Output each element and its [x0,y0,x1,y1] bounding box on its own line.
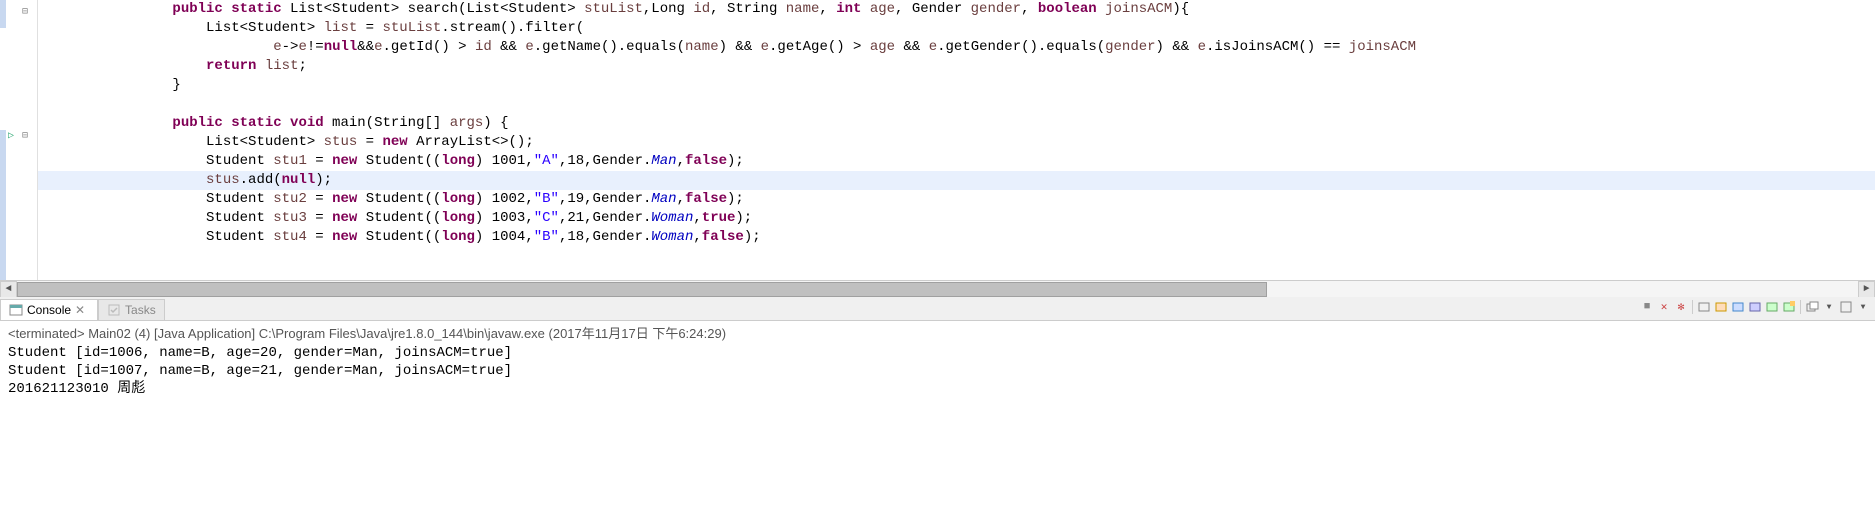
scrollbar-thumb[interactable] [17,282,1267,297]
code-line[interactable]: Student stu1 = new Student((long) 1001,"… [38,152,1875,171]
tab-label: Console [27,303,71,317]
code-line[interactable]: } [38,76,1875,95]
code-line[interactable]: List<Student> stus = new ArrayList<>(); [38,133,1875,152]
run-marker-icon[interactable]: ▷ [8,130,20,142]
tasks-icon [107,303,121,317]
code-line[interactable] [38,95,1875,114]
code-line[interactable]: e->e!=null&&e.getId() > id && e.getName(… [38,38,1875,57]
code-line[interactable]: stus.add(null); [38,171,1875,190]
code-line[interactable]: public static List<Student> search(List<… [38,0,1875,19]
code-line[interactable]: return list; [38,57,1875,76]
scroll-left-button[interactable]: ◄ [0,281,17,298]
code-editor[interactable]: ⊟ ⊟ ▷ public static List<Student> search… [0,0,1875,280]
status-text: Main02 (4) [Java Application] C:\Program… [88,326,726,341]
separator [1800,300,1801,314]
fold-toggle-icon[interactable]: ⊟ [22,130,34,142]
change-marker [0,0,6,28]
console-status-line: <terminated> Main02 (4) [Java Applicatio… [8,323,1867,342]
tab-tasks[interactable]: Tasks [98,299,165,320]
console-icon [9,303,23,317]
minimize-button[interactable] [1804,299,1820,315]
dropdown-icon[interactable]: ▼ [1855,299,1871,315]
scroll-right-button[interactable]: ► [1858,281,1875,298]
code-line[interactable]: Student stu3 = new Student((long) 1003,"… [38,209,1875,228]
console-view: <terminated> Main02 (4) [Java Applicatio… [0,321,1875,400]
code-content[interactable]: public static List<Student> search(List<… [38,0,1875,280]
change-marker [0,130,6,280]
horizontal-scrollbar[interactable]: ◄ ► [0,280,1875,297]
tab-label: Tasks [125,303,156,317]
remove-launch-button[interactable]: ✕ [1656,299,1672,315]
display-selected-button[interactable] [1747,299,1763,315]
fold-toggle-icon[interactable]: ⊟ [22,6,34,18]
status-prefix: <terminated> [8,326,88,341]
code-line[interactable]: Student stu4 = new Student((long) 1004,"… [38,228,1875,247]
editor-ruler: ⊟ ⊟ ▷ [0,0,38,280]
code-line[interactable]: public static void main(String[] args) { [38,114,1875,133]
remove-all-button[interactable]: ✻ [1673,299,1689,315]
new-console-button[interactable] [1781,299,1797,315]
maximize-button[interactable] [1838,299,1854,315]
clear-console-button[interactable] [1696,299,1712,315]
open-console-button[interactable] [1764,299,1780,315]
separator [1692,300,1693,314]
terminate-button[interactable]: ■ [1639,299,1655,315]
bottom-tabs-bar: Console ✕ Tasks ■ ✕ ✻ ▼ ▼ [0,297,1875,321]
console-toolbar: ■ ✕ ✻ ▼ ▼ [1639,299,1871,315]
tab-console[interactable]: Console ✕ [0,299,98,320]
dropdown-icon[interactable]: ▼ [1821,299,1837,315]
close-icon[interactable]: ✕ [75,303,89,317]
scrollbar-track[interactable] [17,281,1858,297]
code-line[interactable]: List<Student> list = stuList.stream().fi… [38,19,1875,38]
scroll-lock-button[interactable] [1713,299,1729,315]
pin-console-button[interactable] [1730,299,1746,315]
console-output[interactable]: Student [id=1006, name=B, age=20, gender… [8,344,1867,398]
code-line[interactable]: Student stu2 = new Student((long) 1002,"… [38,190,1875,209]
